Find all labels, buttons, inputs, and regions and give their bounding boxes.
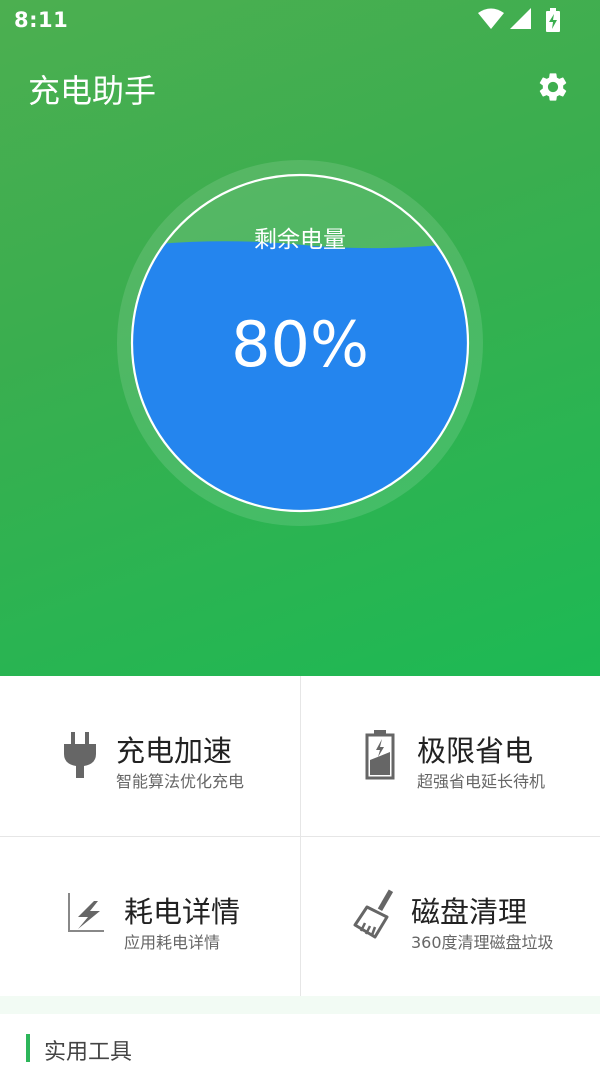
power-saving-title: 极限省电	[417, 734, 534, 768]
power-usage-subtitle: 应用耗电详情	[124, 933, 221, 952]
wifi-icon	[478, 8, 504, 29]
battery-percent: 80%	[231, 308, 369, 381]
disk-cleanup-card[interactable]: 磁盘清理 360度清理磁盘垃圾	[300, 836, 600, 996]
plug-icon	[64, 732, 96, 778]
gear-icon	[539, 73, 567, 101]
battery-label: 剩余电量	[254, 227, 346, 253]
charge-boost-card[interactable]: 充电加速 智能算法优化充电	[0, 676, 300, 836]
battery-gauge: 剩余电量 80%	[117, 160, 483, 526]
power-usage-title: 耗电详情	[124, 895, 241, 929]
section-accent-bar	[26, 1034, 30, 1062]
status-time: 8:11	[14, 8, 69, 32]
charge-boost-title: 充电加速	[116, 734, 233, 768]
disk-cleanup-subtitle: 360度清理磁盘垃圾	[411, 933, 554, 952]
status-bar: 8:11	[0, 0, 600, 40]
tools-section-title: 实用工具	[44, 1040, 133, 1065]
disk-cleanup-title: 磁盘清理	[411, 895, 528, 929]
app-bar: 充电助手	[0, 60, 600, 116]
header-background: 8:11 充电助手 剩余电量 80%	[0, 0, 600, 676]
charge-boost-subtitle: 智能算法优化充电	[116, 772, 245, 791]
power-usage-card[interactable]: 耗电详情 应用耗电详情	[0, 836, 300, 996]
power-saving-subtitle: 超强省电延长待机	[417, 772, 546, 791]
battery-saver-icon	[365, 730, 395, 780]
app-title: 充电助手	[28, 72, 157, 110]
battery-charging-icon	[546, 8, 560, 32]
feature-grid: 充电加速 智能算法优化充电 极限省电 超强省电延长待机 耗电详情 应用耗电详情 …	[0, 676, 600, 996]
broom-icon	[353, 889, 394, 939]
power-chart-icon	[68, 893, 104, 932]
power-saving-card[interactable]: 极限省电 超强省电延长待机	[300, 676, 600, 836]
settings-button[interactable]	[536, 70, 570, 104]
cell-signal-icon	[510, 8, 531, 29]
section-divider	[0, 996, 600, 1014]
tools-section: 实用工具	[0, 1014, 600, 1066]
